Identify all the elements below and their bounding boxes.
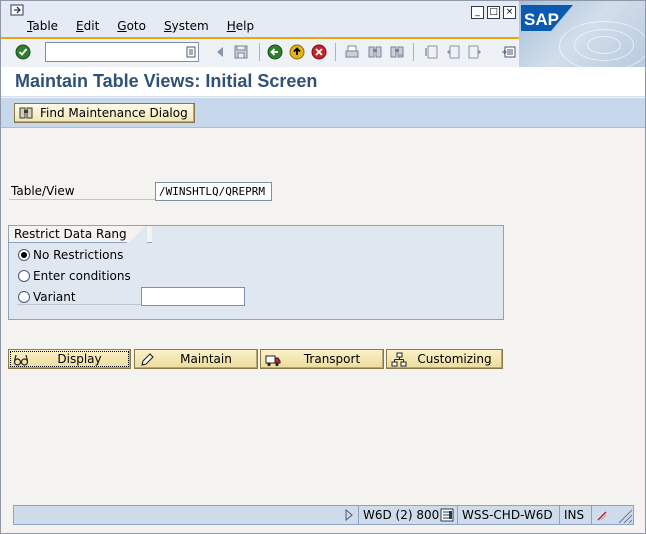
hierarchy-icon: [391, 352, 407, 367]
menu-goto[interactable]: Goto: [117, 19, 146, 33]
maintain-button-label: Maintain: [180, 352, 232, 366]
radio-button-selected[interactable]: [18, 249, 30, 261]
enter-icon[interactable]: [15, 44, 31, 60]
standard-toolbar: [1, 37, 519, 67]
find-icon[interactable]: [367, 44, 383, 60]
create-session-icon[interactable]: [501, 44, 517, 60]
close-button[interactable]: ×: [503, 6, 516, 19]
find-maintenance-dialog-button[interactable]: Find Maintenance Dialog: [14, 103, 195, 123]
command-field[interactable]: [45, 42, 199, 62]
application-toolbar: Find Maintenance Dialog: [1, 98, 645, 128]
status-server: WSS-CHD-W6D: [457, 506, 559, 524]
find-next-icon[interactable]: [389, 44, 405, 60]
status-bar: W6D (2) 800 WSS-CHD-W6D INS: [13, 505, 634, 525]
menu-system-label: ystem: [171, 19, 209, 33]
maintain-button[interactable]: Maintain: [134, 349, 258, 369]
radio-button[interactable]: [18, 291, 30, 303]
session-info-icon[interactable]: [440, 508, 454, 522]
menu-goto-accel: G: [117, 19, 127, 33]
radio-no-restrictions[interactable]: No Restrictions: [18, 248, 123, 262]
menu-help[interactable]: Help: [227, 19, 254, 33]
exit-icon[interactable]: [289, 44, 305, 60]
status-insert-mode[interactable]: INS: [559, 506, 591, 524]
radio-button[interactable]: [18, 270, 30, 282]
next-page-icon[interactable]: [467, 44, 483, 60]
back-icon[interactable]: [267, 44, 283, 60]
table-view-input[interactable]: /WINSHTLQ/QREPRM: [155, 182, 272, 201]
menu-system[interactable]: System: [164, 19, 209, 33]
toolbar-separator: [413, 43, 414, 61]
sap-gui-window: Table Edit Goto System Help _ □ × SAP Ma…: [0, 0, 646, 534]
command-dropdown-icon[interactable]: [186, 46, 196, 58]
print-icon[interactable]: [344, 44, 360, 60]
find-maintenance-dialog-label: Find Maintenance Dialog: [40, 106, 188, 120]
truck-icon: [265, 355, 281, 367]
cancel-icon[interactable]: [311, 44, 327, 60]
resize-grip-icon[interactable]: [615, 506, 633, 524]
menu-edit[interactable]: Edit: [76, 19, 99, 33]
toolbar-separator: [259, 43, 260, 61]
minimize-button[interactable]: _: [471, 6, 484, 19]
customizing-button[interactable]: Customizing: [386, 349, 503, 369]
previous-page-icon[interactable]: [445, 44, 461, 60]
back-arrow-icon[interactable]: [212, 44, 228, 60]
menu-help-accel: H: [226, 19, 236, 33]
menu-table-label: able: [32, 19, 59, 33]
status-lock-icon: [597, 511, 607, 521]
variant-input[interactable]: [141, 287, 245, 306]
svg-text:SAP: SAP: [524, 10, 559, 29]
menu-help-label: elp: [235, 19, 255, 33]
label-underline: [9, 199, 155, 200]
pencil-icon: [141, 353, 154, 366]
radio-enter-conditions-label: Enter conditions: [33, 269, 131, 283]
transport-button[interactable]: Transport: [260, 349, 384, 369]
menu-table[interactable]: Table: [27, 19, 58, 33]
glasses-icon: [13, 354, 29, 366]
sap-logo: SAP: [521, 5, 573, 31]
page-title: Maintain Table Views: Initial Screen: [15, 71, 318, 91]
table-view-label: Table/View: [11, 184, 75, 198]
radio-enter-conditions[interactable]: Enter conditions: [18, 269, 131, 283]
save-icon[interactable]: [233, 44, 249, 60]
first-page-icon[interactable]: [423, 44, 439, 60]
radio-no-restrictions-label: No Restrictions: [33, 248, 124, 262]
title-bar: Maintain Table Views: Initial Screen: [1, 67, 645, 97]
sap-logo-area: SAP: [519, 1, 645, 67]
menu-system-accel: S: [163, 19, 172, 33]
command-input[interactable]: [46, 43, 182, 61]
restrict-data-range-group: Restrict Data Range No Restrictions Ente…: [8, 225, 504, 320]
radio-variant[interactable]: Variant: [18, 290, 76, 304]
menu-goto-label: oto: [126, 19, 146, 33]
radio-variant-label: Variant: [33, 290, 76, 304]
group-title-corner: [127, 226, 147, 243]
transport-button-label: Transport: [303, 352, 361, 366]
toolbar-separator: [335, 43, 336, 61]
menu-edit-label: dit: [83, 19, 100, 33]
status-system: W6D (2) 800: [358, 506, 439, 524]
status-expand-icon[interactable]: [344, 509, 354, 521]
label-underline: [17, 304, 141, 305]
menu-edit-accel: E: [76, 19, 84, 33]
status-lock-area: [591, 506, 613, 524]
maximize-button[interactable]: □: [487, 6, 500, 19]
system-menu-icon[interactable]: [10, 4, 26, 18]
display-button-label: Display: [57, 352, 102, 366]
customizing-button-label: Customizing: [417, 352, 492, 366]
binoculars-icon: [19, 107, 33, 119]
ripple-decoration: [587, 36, 621, 54]
display-button[interactable]: Display: [8, 349, 131, 369]
